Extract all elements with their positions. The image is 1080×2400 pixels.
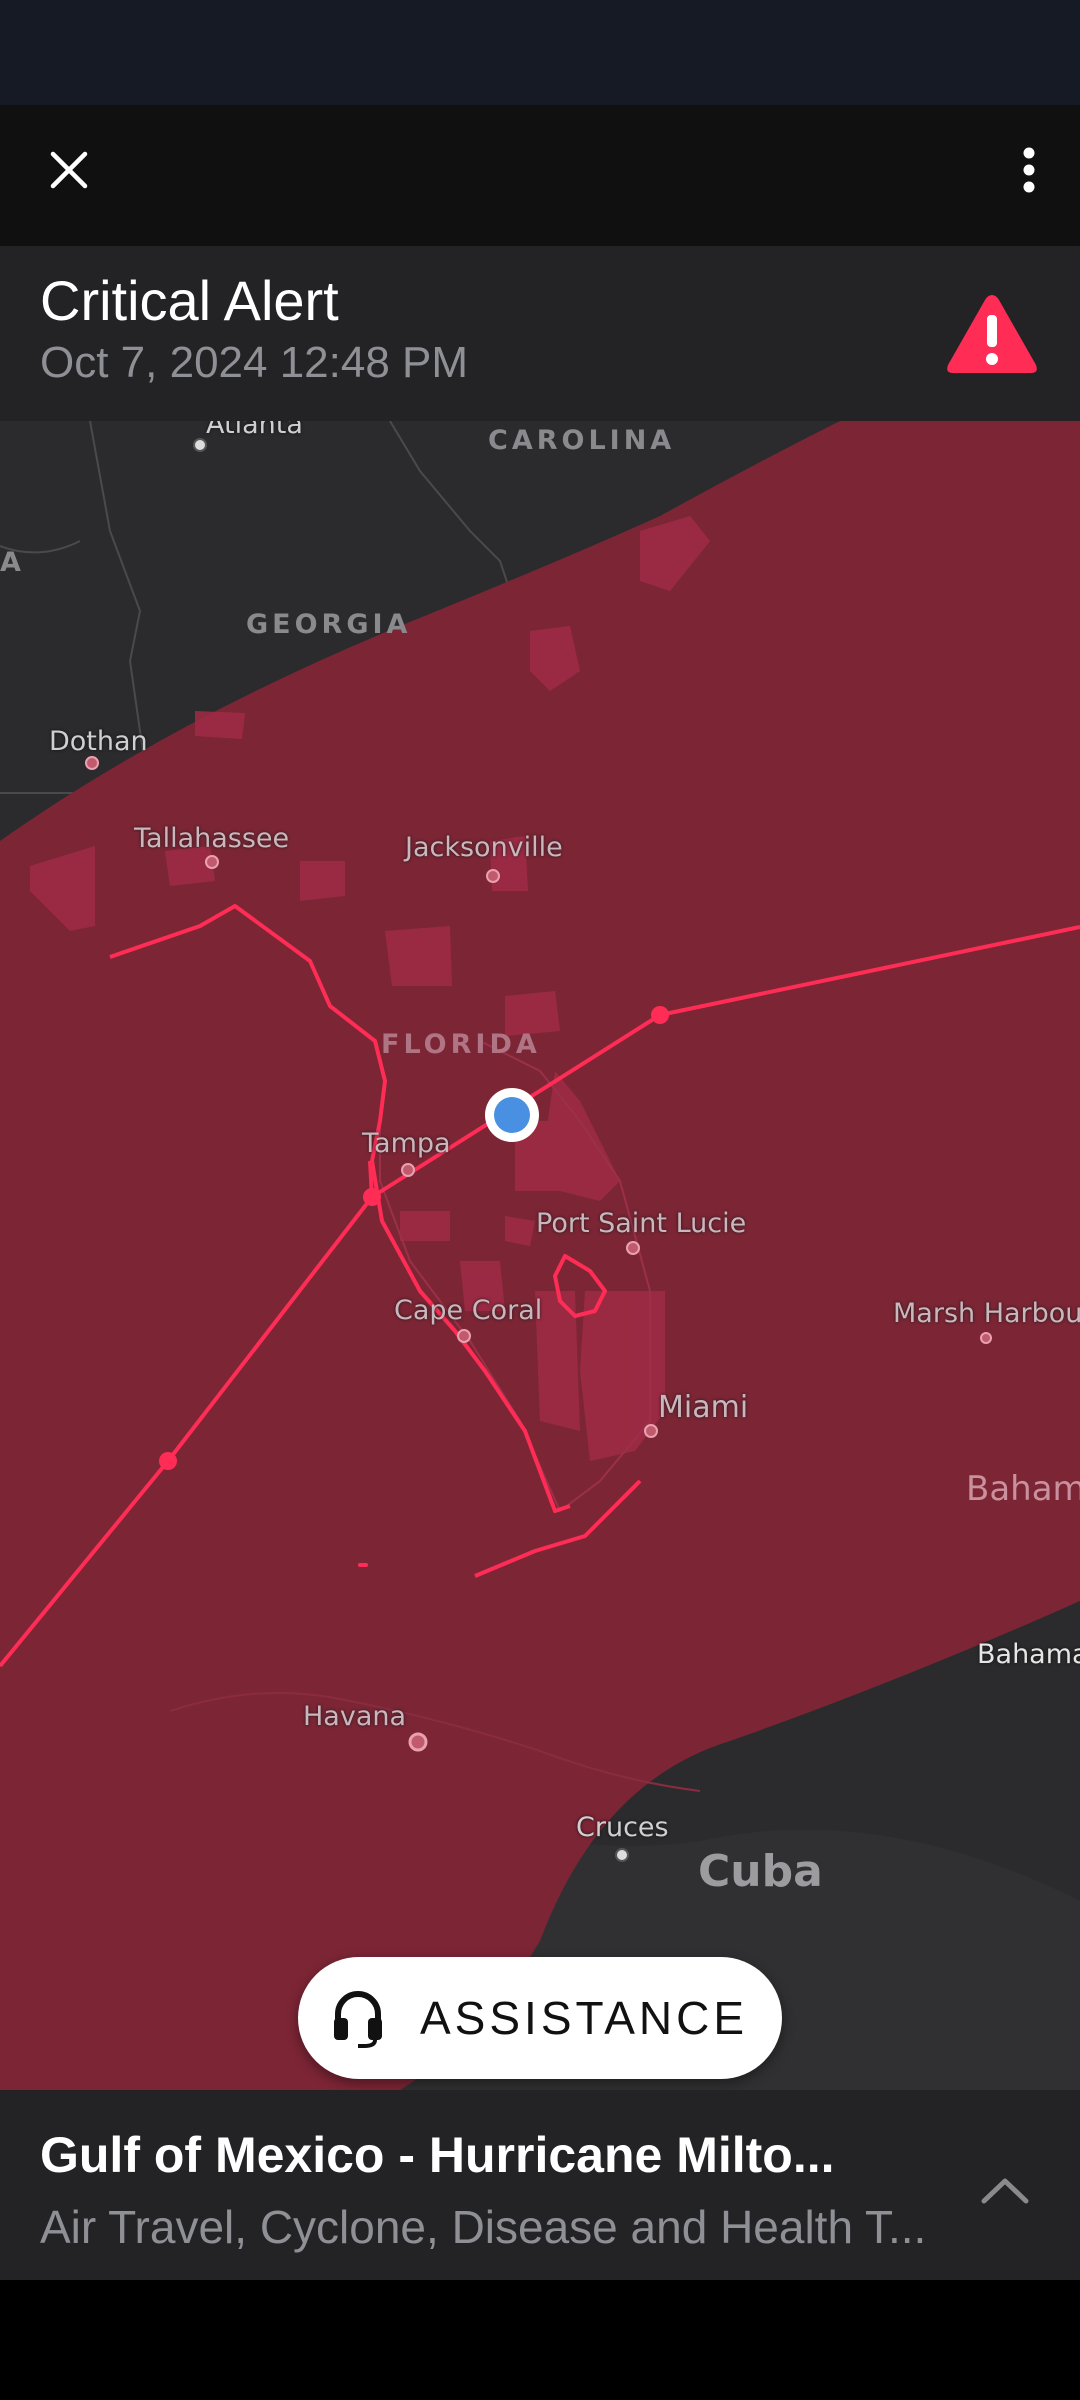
- map-view[interactable]: Atlanta CAROLINA A GEORGIA Dothan Tallah…: [0, 421, 1080, 2090]
- event-title: Gulf of Mexico - Hurricane Milto...: [40, 2127, 835, 2183]
- alert-header: Critical Alert Oct 7, 2024 12:48 PM: [0, 246, 1080, 421]
- chevron-up-icon: [981, 2178, 1029, 2204]
- event-summary-sheet[interactable]: Gulf of Mexico - Hurricane Milto... Air …: [0, 2090, 1080, 2280]
- map-label-tallahassee: Tallahassee: [134, 823, 290, 854]
- alert-datetime: Oct 7, 2024 12:48 PM: [40, 338, 469, 387]
- alert-title: Critical Alert: [40, 269, 339, 332]
- map-canvas: [0, 421, 1080, 2090]
- map-label-a-edge: A: [0, 547, 25, 578]
- expand-sheet-button[interactable]: [970, 2165, 1040, 2215]
- status-bar: [0, 0, 1080, 105]
- warning-triangle-icon: [947, 295, 1037, 373]
- assistance-label: ASSISTANCE: [420, 1992, 748, 2044]
- close-button[interactable]: [36, 137, 102, 203]
- map-label-carolina: CAROLINA: [488, 425, 676, 456]
- headset-icon: [334, 1991, 382, 2048]
- map-label-cape-coral: Cape Coral: [394, 1295, 543, 1326]
- map-label-cuba: Cuba: [698, 1846, 823, 1897]
- map-label-georgia: GEORGIA: [246, 609, 412, 640]
- top-toolbar: [0, 105, 1080, 246]
- close-icon: [50, 151, 88, 189]
- event-categories: Air Travel, Cyclone, Disease and Health …: [40, 2201, 927, 2253]
- map-label-havana: Havana: [303, 1701, 407, 1732]
- more-options-button[interactable]: [996, 137, 1062, 203]
- map-label-tampa: Tampa: [362, 1128, 451, 1159]
- more-vertical-icon: [1023, 147, 1035, 193]
- user-location-marker: [485, 1088, 539, 1142]
- map-label-bahamas: Bahama: [977, 1639, 1080, 1670]
- map-label-florida: FLORIDA: [381, 1029, 541, 1060]
- map-label-dothan: Dothan: [49, 726, 148, 757]
- map-label-bahamas-region: Baham: [966, 1469, 1080, 1509]
- map-label-atlanta: Atlanta: [206, 421, 303, 440]
- map-label-miami: Miami: [658, 1390, 749, 1425]
- map-label-jacksonville: Jacksonville: [405, 832, 563, 863]
- map-label-cruces: Cruces: [576, 1812, 669, 1843]
- map-label-marsh-harbour: Marsh Harbour: [893, 1298, 1080, 1329]
- map-label-port-saint-lucie: Port Saint Lucie: [536, 1208, 747, 1239]
- navigation-bar: [0, 2280, 1080, 2400]
- assistance-button[interactable]: ASSISTANCE: [298, 1957, 782, 2079]
